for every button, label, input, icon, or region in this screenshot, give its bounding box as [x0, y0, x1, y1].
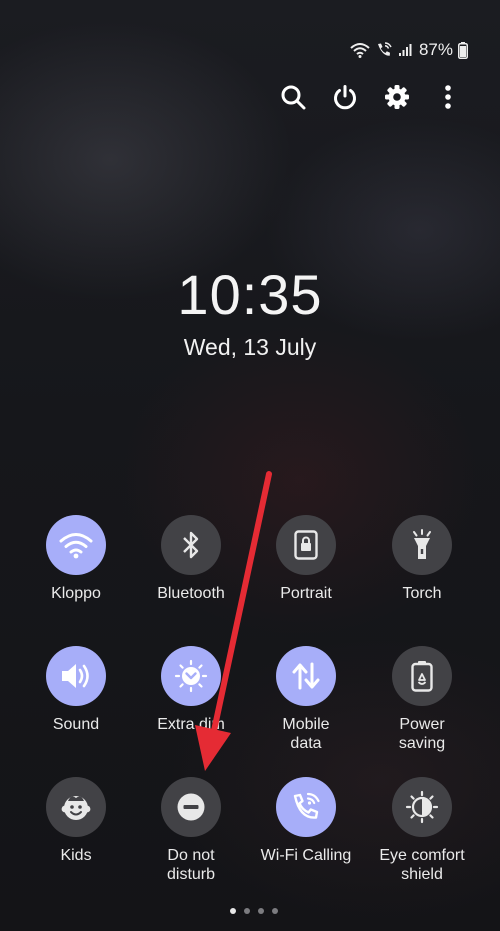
tile-do-not-disturb-circle[interactable]: [161, 777, 221, 837]
wifi-calling-icon: [377, 42, 392, 56]
page-dot[interactable]: [244, 908, 250, 914]
clock-time: 10:35: [177, 263, 323, 326]
tile-torch[interactable]: Torch: [366, 515, 478, 603]
page-indicator[interactable]: [230, 908, 278, 914]
more-icon: [445, 85, 451, 109]
tile-label: Extra dim: [157, 716, 225, 733]
wifi-icon: [59, 533, 93, 559]
tile-wifi-calling[interactable]: Wi-Fi Calling: [250, 777, 362, 865]
battery-percent: 87%: [418, 40, 453, 59]
tile-extra-dim-circle[interactable]: [161, 646, 221, 706]
settings-button[interactable]: [382, 82, 412, 112]
tile-bluetooth[interactable]: Bluetooth: [135, 515, 247, 603]
clock-date: Wed, 13 July: [183, 334, 317, 360]
tile-portrait[interactable]: Portrait: [250, 515, 362, 603]
extra-dim-icon: [174, 659, 208, 693]
search-icon: [281, 85, 306, 110]
tile-bluetooth-circle[interactable]: [161, 515, 221, 575]
tile-label: Sound: [52, 716, 100, 733]
portrait-lock-icon: [294, 530, 318, 560]
torch-icon: [413, 529, 431, 559]
tile-extra-dim[interactable]: Extra dim: [135, 646, 247, 734]
tile-label: Kloppo: [51, 585, 101, 602]
page-dot[interactable]: [272, 908, 278, 914]
tile-wifi-calling-circle[interactable]: [276, 777, 336, 837]
power-icon: [334, 85, 356, 110]
kids-icon: [61, 796, 91, 820]
page-dot[interactable]: [230, 908, 236, 914]
tile-label: Wi-Fi Calling: [260, 847, 352, 864]
tile-label: Mobile data: [282, 716, 330, 752]
tile-power-saving[interactable]: Power saving: [366, 646, 478, 753]
sound-icon: [62, 664, 89, 688]
more-options-button[interactable]: [433, 82, 463, 112]
tile-wifi[interactable]: Kloppo: [20, 515, 132, 603]
tile-kids[interactable]: Kids: [20, 777, 132, 865]
tile-label: Portrait: [280, 585, 332, 602]
settings-icon: [385, 85, 409, 109]
tile-label: Eye comfort shield: [379, 847, 465, 883]
wifi-calling-icon: [293, 792, 320, 819]
tile-sound[interactable]: Sound: [20, 646, 132, 734]
battery-icon: [458, 41, 468, 59]
tile-do-not-disturb[interactable]: Do not disturb: [135, 777, 247, 884]
power-saving-icon: [411, 661, 433, 692]
tile-portrait-circle[interactable]: [276, 515, 336, 575]
cell-signal-icon: [398, 44, 412, 56]
tile-label: Bluetooth: [157, 585, 225, 602]
mobile-data-icon: [292, 662, 320, 690]
search-button[interactable]: [278, 82, 308, 112]
tile-mobile-data-circle[interactable]: [276, 646, 336, 706]
tile-eye-comfort-circle[interactable]: [392, 777, 452, 837]
tile-sound-circle[interactable]: [46, 646, 106, 706]
tile-label: Do not disturb: [166, 847, 216, 883]
eye-comfort-icon: [405, 790, 439, 824]
tile-wifi-circle[interactable]: [46, 515, 106, 575]
tile-label: Torch: [402, 585, 442, 602]
power-button[interactable]: [330, 82, 360, 112]
tile-kids-circle[interactable]: [46, 777, 106, 837]
wifi-icon: [350, 43, 370, 58]
tile-power-saving-circle[interactable]: [392, 646, 452, 706]
bluetooth-icon: [183, 531, 199, 559]
tile-label: Power saving: [398, 716, 446, 752]
tile-label: Kids: [60, 847, 92, 864]
status-bar: 87%: [350, 38, 468, 62]
tile-torch-circle[interactable]: [392, 515, 452, 575]
tile-eye-comfort-shield[interactable]: Eye comfort shield: [366, 777, 478, 884]
tile-mobile-data[interactable]: Mobile data: [250, 646, 362, 753]
do-not-disturb-icon: [177, 793, 205, 821]
page-dot[interactable]: [258, 908, 264, 914]
